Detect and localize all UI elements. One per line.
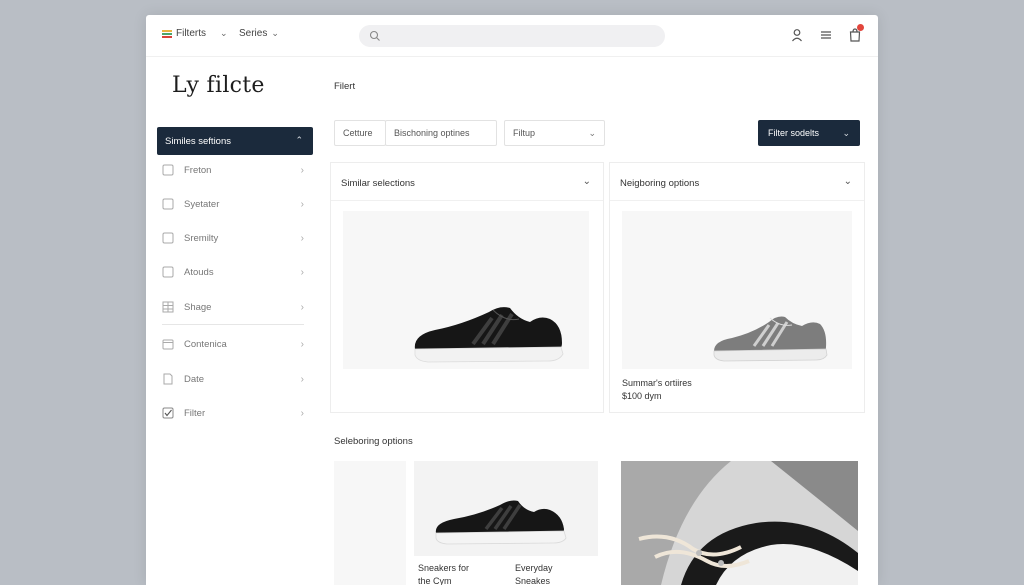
cart-button[interactable] <box>847 24 864 43</box>
grid-icon <box>162 301 174 313</box>
neighboring-options-card: Neigboring options ⌄ Summar's ortiires $… <box>609 162 865 413</box>
chevron-down-icon: ⌄ <box>588 127 596 138</box>
nav-series-menu[interactable]: Series ⌄ <box>239 28 279 39</box>
filter-dropdown[interactable]: Filtup ⌄ <box>504 120 605 146</box>
sidebar-item-label: Freton <box>184 164 212 176</box>
logo-icon <box>162 30 172 40</box>
search-input[interactable] <box>359 25 665 47</box>
sidebar-item-label: Contenica <box>184 338 227 350</box>
product-image-lifestyle[interactable] <box>621 461 858 585</box>
chevron-right-icon: › <box>300 407 304 419</box>
nav-series-label: Series <box>239 28 268 39</box>
sidebar-item-label: Shage <box>184 301 212 313</box>
chevron-right-icon: › <box>300 373 304 385</box>
card-title: Similar selections <box>341 178 415 189</box>
sidebar-item-date[interactable]: Date › <box>162 368 304 390</box>
sidebar-item-label: Date <box>184 373 205 385</box>
product-caption: Summar's ortiires $100 dym <box>622 377 692 403</box>
chevron-right-icon: › <box>300 338 304 350</box>
top-navigation-bar: Filterts ⌄ Series ⌄ <box>146 15 878 57</box>
nav-filters-menu[interactable]: Filterts ⌄ <box>176 28 228 39</box>
document-icon <box>162 373 174 385</box>
card-title: Neigboring options <box>620 178 700 189</box>
page-title: Ly filcte <box>172 73 265 98</box>
section2-heading: Seleboring options <box>334 436 413 447</box>
checked-box-icon[interactable] <box>162 407 174 419</box>
sidebar-item-label: Sremilty <box>184 232 219 244</box>
sidebar-item-label: Filter <box>184 407 206 419</box>
grey-sneaker-image <box>713 316 828 362</box>
filter-field-b[interactable]: Bischoning optines <box>385 120 497 146</box>
cart-badge <box>857 24 864 31</box>
card-header[interactable]: Similar selections ⌄ <box>331 163 603 201</box>
calendar-icon <box>162 338 174 350</box>
filter-section-heading: Filert <box>334 81 356 92</box>
sidebar-item-sremilty[interactable]: Sremilty › <box>162 227 304 249</box>
product-tile-placeholder[interactable] <box>334 461 406 585</box>
user-icon[interactable] <box>789 27 805 43</box>
chevron-right-icon: › <box>300 164 304 176</box>
search-icon <box>369 30 380 41</box>
sidebar-item-filter[interactable]: Filter › <box>162 402 304 424</box>
chevron-down-icon: ⌄ <box>843 176 852 187</box>
black-sneaker-image <box>435 500 567 545</box>
product-price: $100 dym <box>622 391 662 401</box>
filter-field-b-value: Bischoning optines <box>394 128 470 138</box>
filter-field-a[interactable]: Cetture <box>334 120 386 146</box>
nav-filters-label: Filterts <box>176 28 206 39</box>
chevron-right-icon: › <box>300 232 304 244</box>
checkbox-icon[interactable] <box>162 164 174 176</box>
chevron-up-icon: ⌃ <box>295 135 303 145</box>
sidebar-active-label: Similes seftions <box>165 135 231 147</box>
product-image-black-sneaker[interactable] <box>343 211 589 369</box>
chevron-down-icon: ⌄ <box>271 28 279 38</box>
checkbox-icon[interactable] <box>162 232 174 244</box>
product-tile-caption: Everyday Sneakes <box>515 563 553 585</box>
lifestyle-photo-image <box>621 461 858 585</box>
filter-field-a-value: Cetture <box>343 128 373 138</box>
sidebar-divider <box>162 324 304 325</box>
similar-selections-card: Similar selections ⌄ <box>330 162 604 413</box>
checkbox-icon[interactable] <box>162 198 174 210</box>
apply-filter-button[interactable]: Filter sodelts ⌄ <box>758 120 860 146</box>
sidebar-item-freton[interactable]: Freton › <box>162 159 304 181</box>
product-name: Summar's ortiires <box>622 378 692 388</box>
chevron-right-icon: › <box>300 198 304 210</box>
app-window: Filterts ⌄ Series ⌄ Ly filcte Similes se… <box>146 15 878 585</box>
chevron-down-icon: ⌄ <box>582 176 591 187</box>
product-tile-caption: Sneakers for the Cym <box>418 563 470 585</box>
menu-icon[interactable] <box>818 27 834 43</box>
chevron-down-icon: ⌄ <box>842 127 850 138</box>
apply-filter-label: Filter sodelts <box>768 128 820 138</box>
sidebar-item-label: Syetater <box>184 198 220 210</box>
sidebar-item-syetater[interactable]: Syetater › <box>162 193 304 215</box>
chevron-right-icon: › <box>300 266 304 278</box>
sidebar-item-shage[interactable]: Shage › <box>162 296 304 318</box>
sidebar-item-label: Atouds <box>184 266 214 278</box>
black-sneaker-image <box>414 307 564 363</box>
sidebar-active-section[interactable]: Similes seftions ⌃ <box>157 127 313 155</box>
sidebar-item-contenica[interactable]: Contenica › <box>162 333 304 355</box>
product-image-black-sneaker-2[interactable] <box>414 461 598 556</box>
product-image-grey-sneaker[interactable] <box>622 211 852 369</box>
filter-dropdown-value: Filtup <box>513 128 536 138</box>
chevron-down-icon: ⌄ <box>220 28 228 38</box>
sidebar-item-atouds[interactable]: Atouds › <box>162 261 304 283</box>
checkbox-icon[interactable] <box>162 266 174 278</box>
chevron-right-icon: › <box>300 301 304 313</box>
card-header[interactable]: Neigboring options ⌄ <box>610 163 864 201</box>
